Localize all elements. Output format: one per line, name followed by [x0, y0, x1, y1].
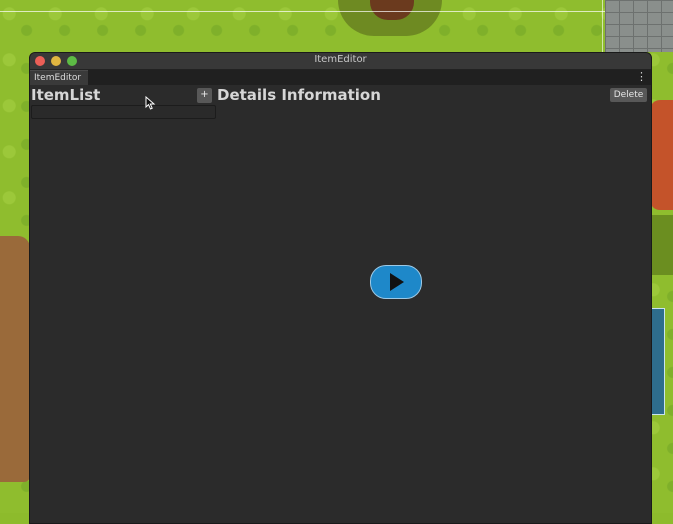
editor-content: ItemList + Details Information Delete [30, 85, 651, 523]
play-icon [390, 273, 404, 291]
autumn-tree [650, 100, 673, 210]
stone-wall [605, 0, 673, 52]
window-titlebar[interactable]: ItemEditor [30, 53, 651, 70]
details-title: Details Information [217, 86, 381, 104]
bush [652, 215, 673, 275]
tab-bar: ItemEditor ⋮ [30, 70, 651, 86]
water-tile [650, 308, 665, 415]
more-vertical-icon[interactable]: ⋮ [636, 70, 647, 85]
dirt-path [0, 236, 30, 482]
scene-grid-line [602, 0, 603, 52]
play-button[interactable] [370, 265, 422, 299]
add-item-button[interactable]: + [197, 88, 212, 103]
window-title: ItemEditor [314, 54, 367, 65]
item-list-title: ItemList [31, 86, 101, 104]
mouse-cursor-icon [145, 96, 156, 110]
scene-grid-line [0, 11, 673, 12]
tab-item-editor[interactable]: ItemEditor [30, 70, 89, 86]
item-editor-window: ItemEditor ItemEditor ⋮ ItemList + Detai… [29, 52, 652, 524]
delete-button[interactable]: Delete [610, 88, 647, 102]
item-list-view[interactable] [31, 105, 216, 119]
